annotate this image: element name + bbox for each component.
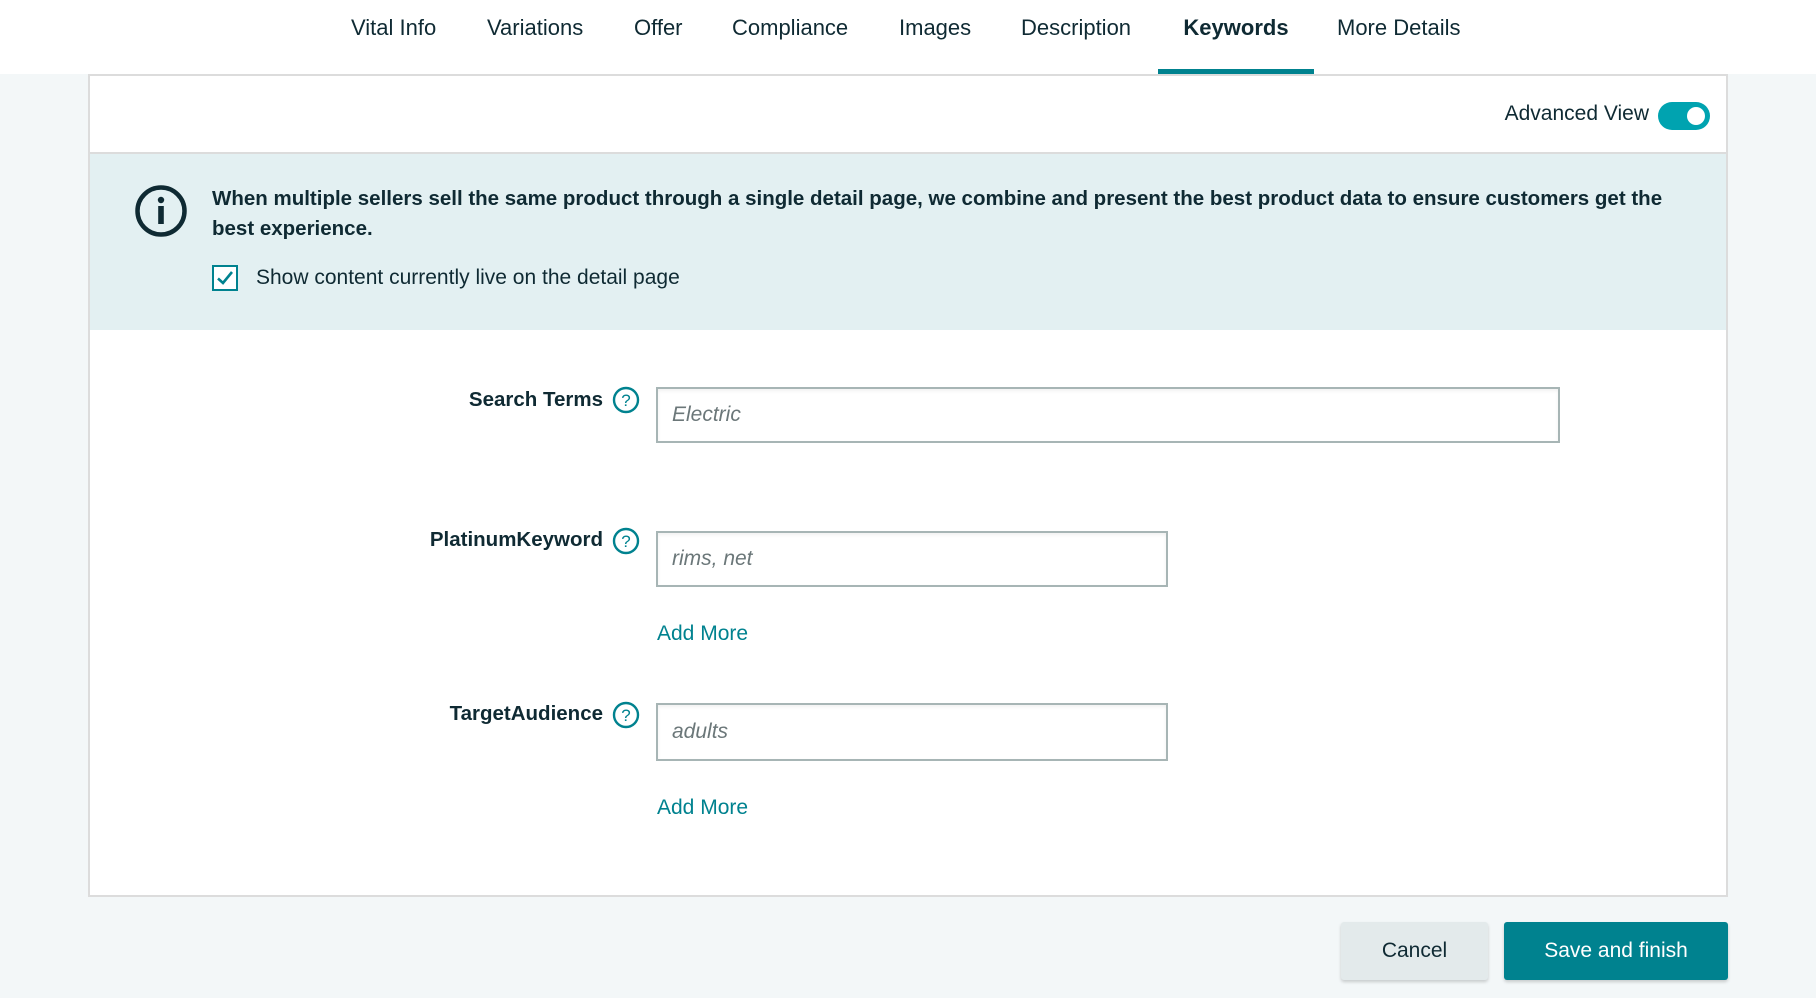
banner-message: When multiple sellers sell the same prod… bbox=[212, 187, 1663, 240]
platinum-keyword-add-more-link[interactable]: Add More bbox=[657, 622, 748, 646]
show-live-content-checkbox[interactable] bbox=[212, 265, 238, 291]
tab-vital-info[interactable]: Vital Info bbox=[351, 0, 436, 74]
target-audience-input[interactable] bbox=[656, 703, 1168, 761]
search-terms-label: Search Terms bbox=[468, 388, 603, 411]
question-circle-icon[interactable]: ? bbox=[612, 386, 640, 414]
tab-description[interactable]: Description bbox=[1021, 0, 1131, 74]
search-terms-input[interactable] bbox=[656, 387, 1560, 443]
save-and-finish-button[interactable]: Save and finish bbox=[1504, 922, 1728, 980]
tab-variations[interactable]: Variations bbox=[487, 0, 583, 74]
cancel-button[interactable]: Cancel bbox=[1341, 922, 1488, 980]
target-audience-add-more-link[interactable]: Add More bbox=[657, 796, 748, 820]
advanced-view-row: Advanced View bbox=[90, 76, 1726, 154]
show-live-content-checkbox-row[interactable]: Show content currently live on the detai… bbox=[212, 264, 680, 292]
tab-images[interactable]: Images bbox=[899, 0, 971, 74]
toggle-knob bbox=[1687, 107, 1705, 125]
section-tabs: Vital Info Variations Offer Compliance I… bbox=[0, 0, 1816, 74]
svg-text:?: ? bbox=[621, 706, 630, 725]
tab-offer[interactable]: Offer bbox=[634, 0, 683, 74]
platinum-keyword-input[interactable] bbox=[656, 531, 1168, 587]
question-circle-icon[interactable]: ? bbox=[612, 701, 640, 729]
info-banner: When multiple sellers sell the same prod… bbox=[90, 154, 1726, 330]
tab-more-details[interactable]: More Details bbox=[1337, 0, 1460, 74]
checkmark-icon bbox=[217, 271, 234, 285]
keywords-card: Advanced View When multiple sellers sell… bbox=[88, 74, 1728, 897]
advanced-view-toggle[interactable] bbox=[1658, 102, 1710, 130]
question-circle-icon[interactable]: ? bbox=[612, 527, 640, 555]
tab-compliance[interactable]: Compliance bbox=[732, 0, 848, 74]
svg-text:?: ? bbox=[621, 391, 630, 410]
info-icon bbox=[135, 185, 187, 237]
svg-text:?: ? bbox=[621, 532, 630, 551]
target-audience-label: TargetAudience bbox=[449, 702, 603, 725]
platinum-keyword-label: PlatinumKeyword bbox=[429, 528, 603, 551]
tab-keywords[interactable]: Keywords bbox=[1158, 0, 1314, 74]
show-live-content-label: Show content currently live on the detai… bbox=[256, 266, 680, 289]
advanced-view-label: Advanced View bbox=[1504, 102, 1649, 125]
